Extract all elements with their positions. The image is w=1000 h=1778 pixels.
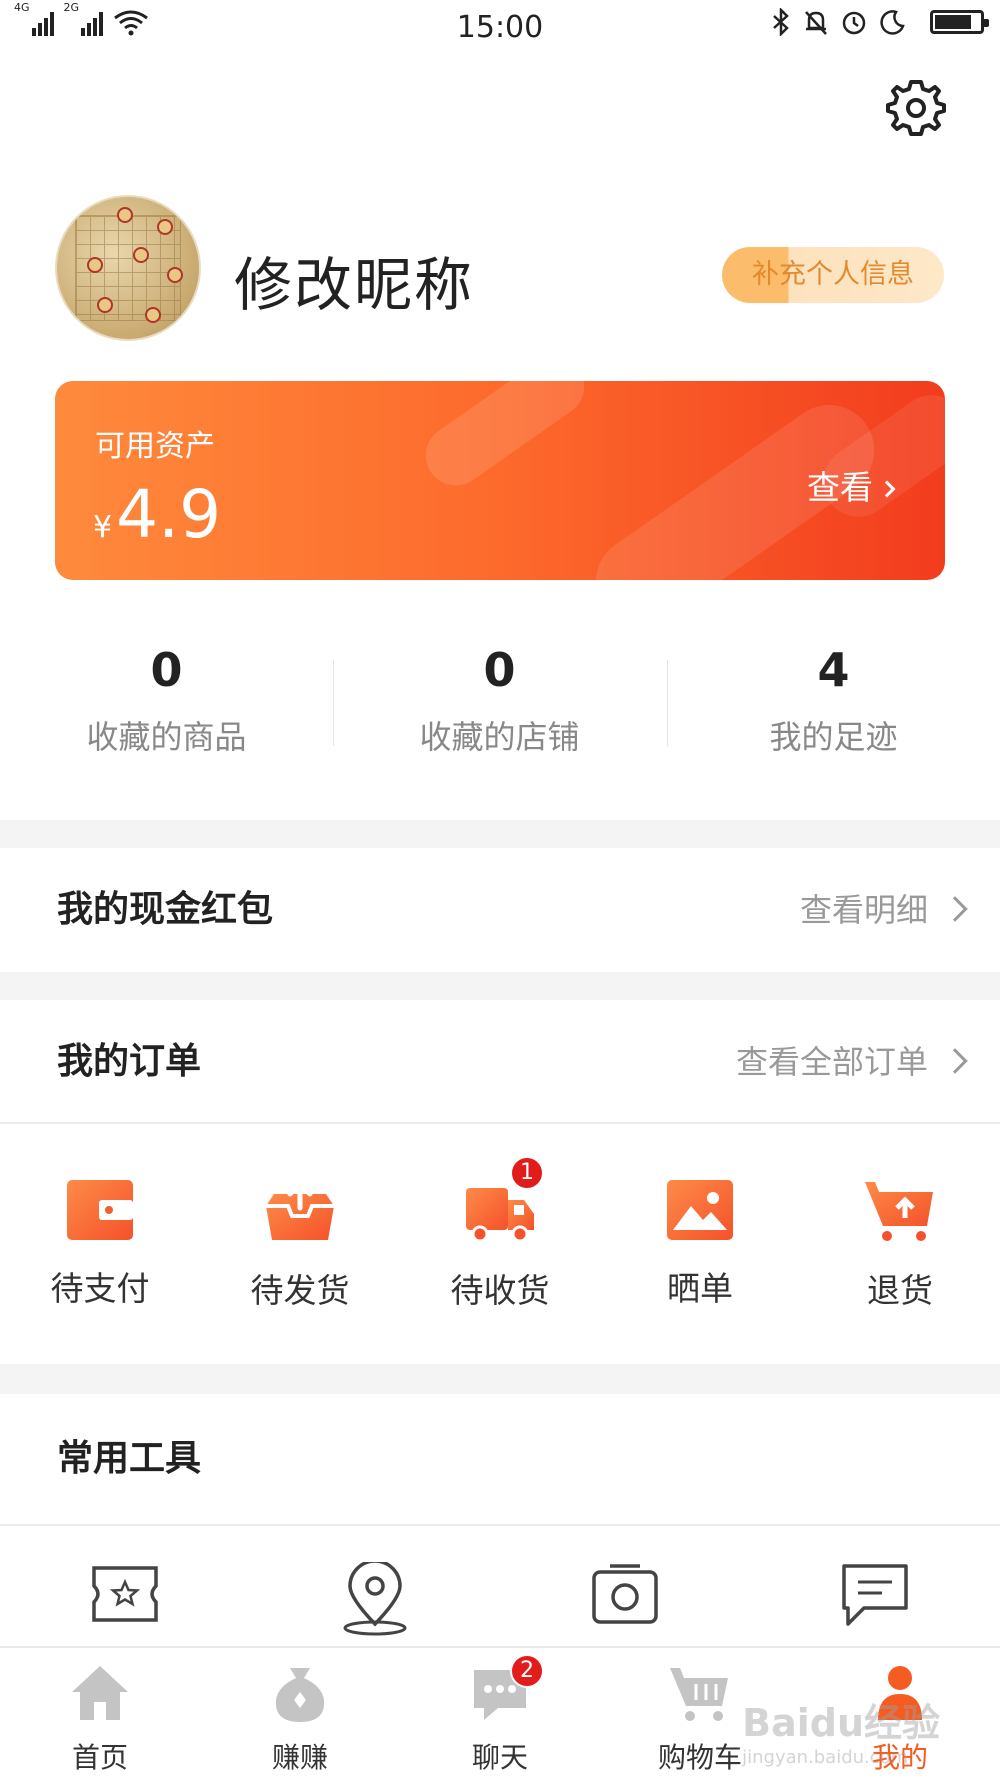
section-gap — [0, 1364, 1000, 1394]
tab-home[interactable]: 首页 — [0, 1662, 200, 1776]
red-packet-title: 我的现金红包 — [57, 889, 274, 930]
bluetooth-icon — [773, 8, 789, 36]
stats-row: 0 收藏的商品 0 收藏的店铺 4 我的足迹 — [0, 640, 1000, 760]
chevron-right-icon — [942, 1048, 968, 1074]
stat-label: 收藏的店铺 — [419, 718, 580, 756]
moon-icon — [880, 10, 905, 35]
order-badge: 1 — [510, 1156, 544, 1190]
asset-amount: ¥4.9 — [93, 476, 221, 553]
section-gap — [0, 972, 1000, 1000]
order-return[interactable]: 退货 — [800, 1178, 1000, 1312]
asset-card[interactable]: 可用资产 ¥4.9 查看 — [55, 381, 945, 580]
asset-view-label: 查看 — [807, 468, 873, 507]
cash-red-packet-row[interactable]: 我的现金红包 查看明细 — [0, 848, 1000, 972]
tab-label: 聊天 — [471, 1741, 528, 1774]
battery-icon — [930, 10, 989, 34]
all-orders-link[interactable]: 查看全部订单 — [736, 1000, 928, 1124]
tool-address[interactable] — [250, 1559, 500, 1640]
gear-icon[interactable] — [884, 76, 948, 140]
chevron-right-icon — [942, 896, 968, 922]
common-tools-header: 常用工具 — [0, 1394, 1000, 1524]
asset-view-link[interactable]: 查看 — [807, 461, 896, 509]
camera-icon — [592, 1564, 658, 1624]
stat-value: 4 — [817, 643, 850, 697]
cart-icon — [670, 1668, 728, 1721]
tab-earn[interactable]: 赚赚 — [200, 1662, 400, 1776]
section-gap — [0, 820, 1000, 848]
supplement-info-button[interactable]: 补充个人信息 — [722, 247, 944, 303]
bell-muted-icon — [805, 11, 827, 35]
message-icon — [842, 1564, 908, 1626]
coupon-icon — [92, 1566, 158, 1622]
stat-favorite-products[interactable]: 0 收藏的商品 — [0, 640, 333, 758]
order-review-share[interactable]: 晒单 — [600, 1178, 800, 1310]
home-icon — [72, 1666, 128, 1720]
stat-favorite-shops[interactable]: 0 收藏的店铺 — [333, 640, 666, 758]
nickname[interactable]: 修改昵称 — [234, 238, 474, 322]
money-bag-icon — [275, 1668, 325, 1722]
stat-value: 0 — [150, 643, 183, 697]
my-orders-row[interactable]: 我的订单 查看全部订单 — [0, 1000, 1000, 1124]
stat-label: 收藏的商品 — [86, 718, 247, 756]
order-label: 待支付 — [50, 1269, 150, 1308]
wallet-icon — [67, 1180, 133, 1240]
status-bar: 4G 2G 15:00 — [0, 0, 1000, 56]
red-packet-detail-link[interactable]: 查看明细 — [800, 848, 928, 972]
tool-coupon[interactable] — [0, 1562, 250, 1630]
location-icon — [343, 1559, 407, 1636]
image-icon — [667, 1180, 733, 1240]
orders-title: 我的订单 — [57, 1041, 202, 1082]
chat-badge: 2 — [510, 1654, 544, 1688]
watermark-text: Baidu经验 — [742, 1701, 940, 1745]
order-pending-shipment[interactable]: 待发货 — [200, 1178, 400, 1312]
tool-message[interactable] — [750, 1562, 1000, 1634]
status-icons — [770, 8, 989, 36]
stat-label: 我的足迹 — [769, 718, 898, 756]
watermark: Baidu经验 jingyan.baidu.com — [742, 1692, 940, 1768]
avatar[interactable] — [55, 195, 201, 341]
watermark-subtext: jingyan.baidu.com — [742, 1747, 909, 1768]
order-label: 晒单 — [667, 1269, 733, 1308]
order-status-grid: 待支付 待发货 1 待收货 晒单 退货 — [0, 1124, 1000, 1364]
tab-chat[interactable]: 2 聊天 — [400, 1654, 600, 1776]
order-pending-receipt[interactable]: 1 待收货 — [400, 1156, 600, 1312]
tools-row — [0, 1526, 1000, 1646]
tab-label: 赚赚 — [271, 1741, 328, 1774]
tools-title: 常用工具 — [57, 1438, 202, 1479]
box-upload-icon — [266, 1180, 334, 1240]
asset-label: 可用资产 — [95, 429, 215, 464]
cart-return-icon — [865, 1182, 933, 1241]
order-label: 待发货 — [250, 1271, 350, 1310]
alarm-icon — [842, 11, 866, 35]
currency-symbol: ¥ — [93, 510, 113, 545]
tool-camera[interactable] — [500, 1562, 750, 1630]
order-label: 退货 — [867, 1271, 933, 1310]
order-label: 待收货 — [450, 1271, 550, 1310]
stat-value: 0 — [483, 643, 516, 697]
tab-label: 首页 — [71, 1741, 128, 1774]
order-pending-payment[interactable]: 待支付 — [0, 1178, 200, 1310]
chevron-right-icon — [878, 480, 896, 498]
asset-value: 4.9 — [116, 476, 222, 553]
stat-footprints[interactable]: 4 我的足迹 — [667, 640, 1000, 758]
